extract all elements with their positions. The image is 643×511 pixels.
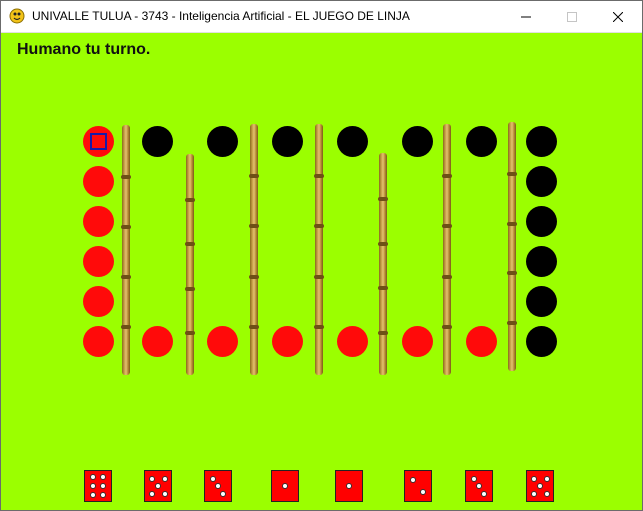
black-piece[interactable] <box>525 285 557 317</box>
maximize-icon <box>567 11 577 22</box>
die <box>84 470 112 502</box>
game-window: UNIVALLE TULUA - 3743 - Inteligencia Art… <box>0 0 643 511</box>
bamboo-divider <box>249 124 259 375</box>
die-pip <box>282 483 288 489</box>
die-pip <box>543 490 550 497</box>
minimize-button[interactable] <box>503 1 549 32</box>
red-piece[interactable] <box>465 325 497 357</box>
black-piece[interactable] <box>465 125 497 157</box>
black-piece[interactable] <box>525 165 557 197</box>
game-area: Humano tu turno. <box>1 33 642 510</box>
red-piece[interactable] <box>271 325 303 357</box>
die-pip <box>530 475 537 482</box>
bamboo-divider <box>314 124 324 375</box>
black-piece[interactable] <box>525 205 557 237</box>
die-pip <box>89 483 96 489</box>
die <box>204 470 232 502</box>
red-piece[interactable] <box>336 325 368 357</box>
red-piece[interactable] <box>141 325 173 357</box>
die-pip <box>537 483 543 489</box>
close-icon <box>613 11 623 22</box>
turn-status: Humano tu turno. <box>17 41 151 58</box>
red-piece[interactable] <box>82 205 114 237</box>
die-pip <box>161 475 168 482</box>
die-pip <box>100 474 107 480</box>
minimize-icon <box>521 16 531 17</box>
black-piece[interactable] <box>401 125 433 157</box>
close-button[interactable] <box>595 1 641 32</box>
die-pip <box>476 483 482 489</box>
window-title: UNIVALLE TULUA - 3743 - Inteligencia Art… <box>32 9 410 23</box>
bamboo-divider <box>378 153 388 375</box>
die-pip <box>543 475 550 482</box>
bamboo-divider <box>442 124 452 375</box>
red-piece[interactable] <box>401 325 433 357</box>
black-piece[interactable] <box>525 245 557 277</box>
die <box>271 470 299 502</box>
red-piece[interactable] <box>82 325 114 357</box>
die-pip <box>215 483 221 489</box>
title-bar[interactable]: UNIVALLE TULUA - 3743 - Inteligencia Art… <box>1 1 642 33</box>
die-pip <box>148 490 155 497</box>
die-pip <box>409 477 416 483</box>
black-piece[interactable] <box>525 125 557 157</box>
bamboo-divider <box>185 154 195 375</box>
black-piece[interactable] <box>336 125 368 157</box>
maximize-button[interactable] <box>549 1 595 32</box>
black-piece[interactable] <box>206 125 238 157</box>
die-pip <box>155 483 161 489</box>
die <box>144 470 172 502</box>
die-pip <box>530 490 537 497</box>
red-piece[interactable] <box>82 285 114 317</box>
die-pip <box>89 474 96 480</box>
die-pip <box>100 483 107 489</box>
red-piece[interactable] <box>206 325 238 357</box>
die-pip <box>470 475 477 482</box>
die-pip <box>148 475 155 482</box>
die <box>465 470 493 502</box>
die-pip <box>346 483 352 489</box>
red-piece[interactable] <box>82 245 114 277</box>
bamboo-divider <box>507 122 517 371</box>
red-piece[interactable] <box>82 165 114 197</box>
die <box>404 470 432 502</box>
die-pip <box>420 489 427 495</box>
die-pip <box>89 492 96 498</box>
black-piece[interactable] <box>271 125 303 157</box>
bamboo-divider <box>121 125 131 375</box>
python-snake-icon <box>9 8 25 24</box>
die-pip <box>481 490 488 497</box>
die-pip <box>220 490 227 497</box>
black-piece[interactable] <box>525 325 557 357</box>
black-piece[interactable] <box>141 125 173 157</box>
die <box>335 470 363 502</box>
die-pip <box>209 475 216 482</box>
die-pip <box>161 490 168 497</box>
selection-marker <box>89 132 107 150</box>
die-pip <box>100 492 107 498</box>
die <box>526 470 554 502</box>
